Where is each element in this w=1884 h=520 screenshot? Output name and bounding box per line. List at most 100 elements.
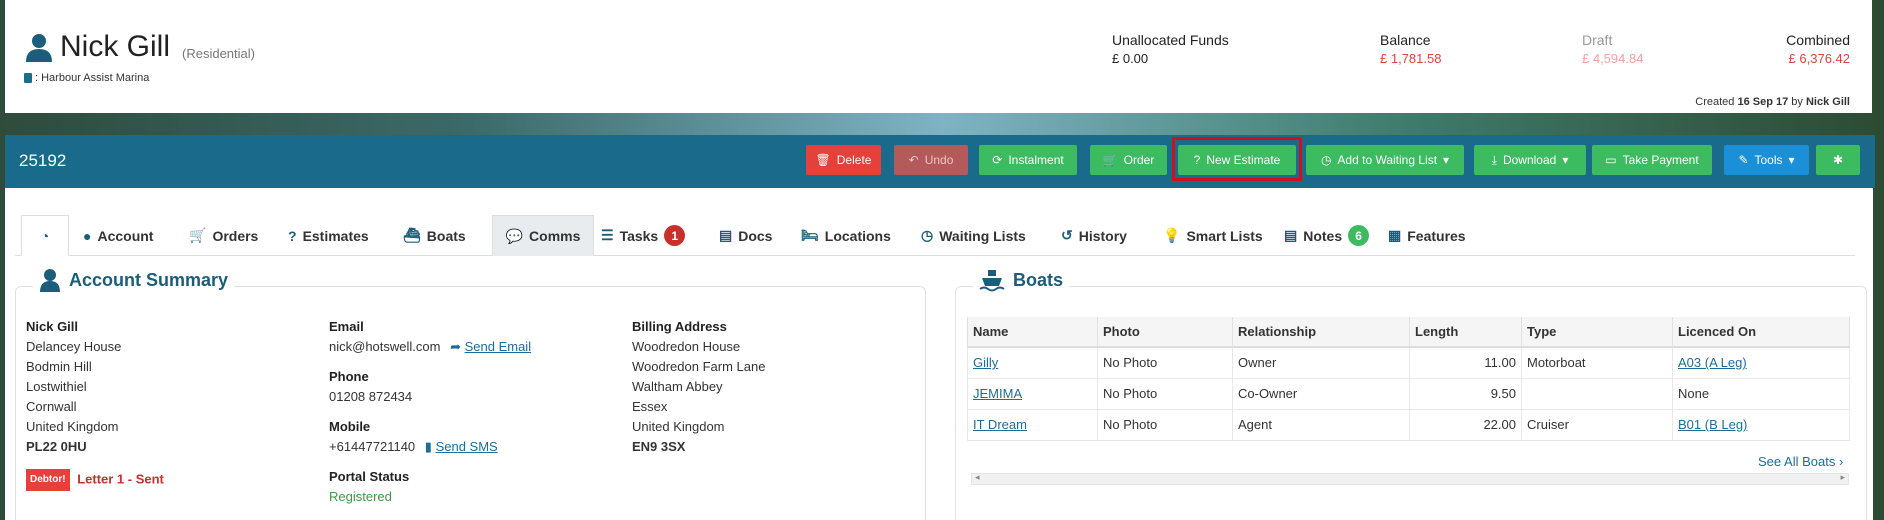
tab-account[interactable]: ● Account — [83, 215, 153, 256]
take-payment-button[interactable]: ▭ Take Payment — [1592, 145, 1712, 175]
col-name[interactable]: Name — [967, 317, 1098, 348]
col-relationship[interactable]: Relationship — [1232, 317, 1410, 348]
see-all-boats-link[interactable]: See All Boats › — [1758, 454, 1843, 469]
scroll-left-icon[interactable]: ◂ — [975, 472, 980, 483]
billing-line-3: Waltham Abbey — [632, 379, 723, 394]
boat-relationship: Owner — [1232, 346, 1410, 379]
undo-button[interactable]: ↶ Undo — [894, 145, 968, 175]
account-name: Nick Gill — [60, 30, 170, 63]
tab-locations[interactable]: 🛏 Locations — [801, 215, 891, 256]
mobile-row: +61447721140 ▮ Send SMS — [329, 437, 531, 457]
col-length[interactable]: Length — [1409, 317, 1522, 348]
clock-icon: ◷ — [921, 227, 934, 243]
boat-relationship: Agent — [1232, 408, 1410, 441]
undo-label: Undo — [924, 153, 954, 167]
tab-orders-label: Orders — [212, 227, 259, 244]
boat-icon — [979, 270, 1005, 292]
tab-waiting-lists[interactable]: ◷ Waiting Lists — [921, 215, 1026, 256]
col-type[interactable]: Type — [1521, 317, 1673, 348]
money-icon: ▭ — [1605, 153, 1617, 167]
tab-smart-lists[interactable]: 💡 Smart Lists — [1163, 215, 1263, 256]
boats-table: Name Photo Relationship Length Type Lice… — [967, 317, 1850, 441]
download-button[interactable]: ⤓ Download ▾ — [1474, 145, 1586, 175]
summary-name: Nick Gill — [26, 319, 79, 334]
boat-licence-link[interactable]: A03 (A Leg) — [1678, 355, 1747, 370]
boat-photo: No Photo — [1097, 408, 1233, 441]
download-label: Download — [1502, 153, 1557, 167]
chevron-right-icon: › — [1838, 454, 1844, 469]
account-summary-title: Account Summary — [33, 268, 235, 292]
document-icon: ▤ — [719, 227, 733, 243]
cart-icon: 🛒 — [189, 227, 207, 243]
tab-history-label: History — [1078, 227, 1127, 244]
address-line-4: Cornwall — [26, 399, 77, 414]
see-all-boats-label: See All Boats — [1758, 454, 1836, 469]
tab-orders[interactable]: 🛒 Orders — [189, 215, 258, 256]
mobile-value: +61447721140 — [329, 439, 416, 454]
instalment-button[interactable]: ⟳ Instalment — [979, 145, 1077, 175]
add-to-waiting-list-button[interactable]: ◷ Add to Waiting List ▾ — [1306, 145, 1464, 175]
tab-waiting-lists-label: Waiting Lists — [939, 227, 1026, 244]
balance: Balance £ 1,781.58 — [1380, 32, 1441, 66]
account-header: Nick Gill (Residential) : Harbour Assist… — [5, 0, 1872, 113]
table-row: IT Dream No Photo Agent 22.00 Cruiser B0… — [967, 408, 1850, 441]
page: Nick Gill (Residential) : Harbour Assist… — [0, 0, 1884, 520]
address-postcode: PL22 0HU — [26, 439, 87, 454]
tab-history[interactable]: ↺ History — [1061, 215, 1127, 256]
notes-count-badge: 6 — [1348, 225, 1370, 246]
billing-postcode: EN9 3SX — [632, 439, 686, 454]
question-icon: ? — [288, 227, 297, 244]
tab-tasks[interactable]: ☰ Tasks 1 — [601, 215, 686, 256]
boat-name-link[interactable]: Gilly — [973, 355, 998, 370]
account-number: 25192 — [19, 151, 67, 170]
delete-button[interactable]: 🗑 Delete — [806, 145, 881, 175]
tab-smart-lists-label: Smart Lists — [1186, 227, 1263, 244]
scroll-right-icon[interactable]: ▸ — [1840, 472, 1845, 483]
main-content: ◔ ● Account 🛒 Orders ? Estimates ⛴ Boats… — [5, 188, 1873, 520]
tab-boats[interactable]: ⛴ Boats — [403, 215, 466, 256]
account-address-col: Nick Gill Delancey House Bodmin Hill Los… — [26, 317, 164, 491]
tab-estimates[interactable]: ? Estimates — [288, 215, 369, 256]
created-date: 16 Sep 17 — [1737, 96, 1789, 108]
draft-label: Draft — [1582, 32, 1613, 48]
tools-button[interactable]: ✎ Tools ▾ — [1724, 145, 1809, 175]
letter-status: Letter 1 - Sent — [77, 471, 164, 487]
settings-button[interactable]: ✱ — [1816, 145, 1860, 175]
balance-label: Balance — [1380, 32, 1431, 48]
debtor-status: Debtor! Letter 1 - Sent — [26, 469, 164, 491]
tab-docs-label: Docs — [738, 227, 773, 244]
order-button[interactable]: 🛒 Order — [1090, 145, 1167, 175]
phone-label: Phone — [329, 369, 369, 384]
boat-licence-link[interactable]: B01 (B Leg) — [1678, 417, 1747, 432]
col-licenced-on[interactable]: Licenced On — [1672, 317, 1850, 348]
send-sms-link[interactable]: Send SMS — [436, 439, 498, 454]
contact-col: Email nick@hotswell.com ➦ Send Email Pho… — [329, 317, 531, 507]
take-payment-label: Take Payment — [1622, 153, 1699, 167]
table-row: Gilly No Photo Owner 11.00 Motorboat A03… — [967, 346, 1850, 379]
col-photo[interactable]: Photo — [1097, 317, 1233, 348]
wrench-icon: ✎ — [1738, 153, 1749, 167]
caret-down-icon: ▾ — [1443, 153, 1450, 167]
tab-comms[interactable]: 💬 Comms — [492, 215, 594, 256]
send-email-link[interactable]: Send Email — [465, 339, 531, 354]
tab-tasks-label: Tasks — [619, 227, 659, 244]
tab-notes-label: Notes — [1303, 227, 1343, 244]
tab-features[interactable]: ▦ Features — [1388, 215, 1466, 256]
billing-line-5: United Kingdom — [632, 419, 725, 434]
boat-name-link[interactable]: JEMIMA — [973, 386, 1022, 401]
user-icon — [26, 34, 52, 62]
tasks-count-badge: 1 — [664, 225, 686, 246]
tab-notes[interactable]: ▤ Notes 6 — [1284, 215, 1370, 256]
order-label: Order — [1123, 153, 1155, 167]
horizontal-scrollbar[interactable]: ◂ ▸ — [971, 472, 1849, 485]
debtor-badge: Debtor! — [26, 469, 70, 491]
billing-line-2: Woodredon Farm Lane — [632, 359, 766, 374]
tab-dashboard[interactable]: ◔ — [21, 215, 69, 256]
tasks-icon: ☰ — [601, 227, 614, 243]
comments-icon: 💬 — [505, 227, 524, 244]
combined-label: Combined — [1786, 32, 1850, 48]
boat-name-link[interactable]: IT Dream — [973, 417, 1027, 432]
portal-status-value: Registered — [329, 489, 392, 504]
draft: Draft £ 4,594.84 — [1582, 32, 1643, 66]
tab-docs[interactable]: ▤ Docs — [719, 215, 772, 256]
